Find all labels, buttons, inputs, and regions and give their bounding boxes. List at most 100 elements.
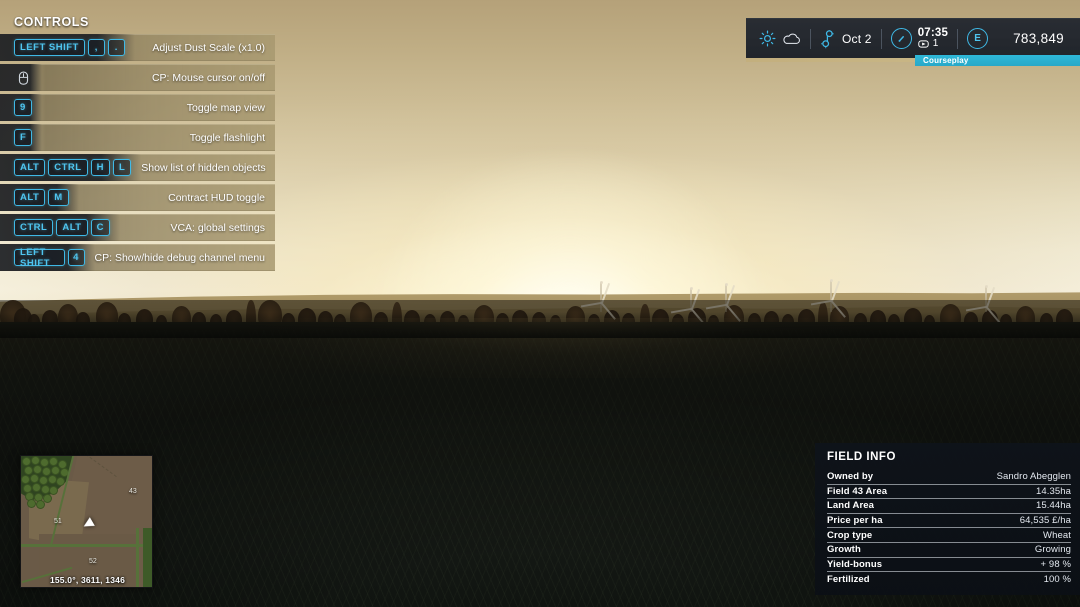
field-info-value: 14.35ha <box>1035 485 1071 497</box>
key-cap: CTRL <box>48 159 88 176</box>
key-cap: . <box>107 39 125 56</box>
field-info-value: Wheat <box>1043 529 1071 541</box>
minimap-tree <box>41 459 48 466</box>
sun-icon <box>759 30 776 47</box>
control-action-label: VCA: global settings <box>170 221 265 234</box>
money-amount: 783,849 <box>1013 31 1064 46</box>
minimap-tree <box>32 457 39 464</box>
field-info-row: Field 43 Area 14.35ha <box>827 485 1071 500</box>
control-row: 9 Toggle map view <box>0 94 275 121</box>
field-info-row: Growth Growing <box>827 543 1071 558</box>
season-date-group: Oct 2 <box>820 29 872 49</box>
control-action-label: Toggle flashlight <box>189 131 265 144</box>
field-info-value: 100 % <box>1043 573 1071 585</box>
hud-divider-1 <box>810 28 811 49</box>
status-hud-bar: Oct 2 07:35 1 E 783,849 <box>746 18 1080 58</box>
control-key-group: ALT CTRL H L <box>0 154 142 181</box>
control-key-group: LEFT SHIFT,. <box>0 34 135 61</box>
field-info-panel: FIELD INFO Owned by Sandro Abegglen Field … <box>815 443 1080 595</box>
field-info-key: Growth <box>827 544 861 556</box>
key-cap: ALT <box>14 189 46 206</box>
field-info-key: Price per ha <box>827 515 883 527</box>
timescale-row: 1 <box>917 39 948 49</box>
minimap-tree <box>50 487 57 494</box>
minimap-tree <box>22 476 29 483</box>
minimap-tree <box>26 493 33 500</box>
minimap-tree <box>24 485 31 492</box>
control-row: CP: Mouse cursor on/off <box>0 64 275 91</box>
minimap-tree <box>35 494 42 501</box>
controls-row-list: LEFT SHIFT,. Adjust Dust Scale (x1.0) CP: … <box>0 34 275 271</box>
field-info-value: Growing <box>1034 544 1071 556</box>
control-key-group: 9 <box>0 94 42 121</box>
control-key-group: LEFT SHIFT 4 <box>0 244 95 271</box>
key-cap: , <box>87 39 105 56</box>
field-info-key: Crop type <box>827 529 873 541</box>
key-cap: 4 <box>67 249 85 266</box>
minimap-tree <box>59 461 66 468</box>
cloud-icon <box>783 33 800 44</box>
control-key-group: CTRL ALT C <box>0 214 120 241</box>
field-info-value: Sandro Abegglen <box>996 471 1071 483</box>
key-cap: F <box>14 129 33 146</box>
minimap-tree <box>34 466 41 473</box>
field-info-value: 15.44ha <box>1035 500 1071 512</box>
field-info-row: Fertilized 100 % <box>827 572 1071 587</box>
courseplay-status-badge: Courseplay <box>915 55 1080 66</box>
key-cap: 9 <box>14 99 32 116</box>
field-info-row: Yield-bonus + 98 % <box>827 558 1071 573</box>
control-action-label: Toggle map view <box>186 101 265 114</box>
controls-panel-title: CONTROLS <box>14 15 89 29</box>
control-key-group <box>0 64 42 91</box>
field-info-value: + 98 % <box>1040 558 1071 570</box>
field-info-key: Field 43 Area <box>827 485 888 497</box>
field-info-row: Land Area 15.44ha <box>827 499 1071 514</box>
timescale-icon <box>917 40 929 48</box>
control-action-label: Contract HUD toggle <box>168 191 265 204</box>
field-info-key: Fertilized <box>827 573 870 585</box>
minimap-tree <box>50 458 57 465</box>
minimap-tree <box>33 484 40 491</box>
minimap-field-number: 51 <box>54 518 62 525</box>
control-row: ALT CTRL H L Show list of hidden objects <box>0 154 275 181</box>
control-action-label: CP: Show/hide debug channel menu <box>94 251 265 264</box>
field-info-row: Price per ha 64,535 £/ha <box>827 514 1071 529</box>
key-cap: M <box>48 189 69 206</box>
field-info-row-list: Owned by Sandro Abegglen Field 43 Area 14.3… <box>827 470 1071 587</box>
courseplay-label: Courseplay <box>923 56 969 65</box>
minimap-field-number: 52 <box>89 558 97 565</box>
minimap-tree <box>42 486 49 493</box>
control-row: CTRL ALT C VCA: global settings <box>0 214 275 241</box>
control-action-label: CP: Mouse cursor on/off <box>151 71 265 84</box>
control-action-label: Show list of hidden objects <box>141 161 266 174</box>
minimap-tree <box>52 467 59 474</box>
weather-group <box>746 30 801 47</box>
minimap-tree <box>31 475 38 482</box>
field-info-row: Owned by Sandro Abegglen <box>827 470 1071 485</box>
mouse-icon <box>14 69 32 86</box>
control-key-group: F <box>0 124 43 151</box>
time-readout: 07:35 1 <box>917 27 948 50</box>
minimap-road-horizontal <box>21 544 152 547</box>
minimap-tree <box>43 468 50 475</box>
money-currency-icon: E <box>967 28 989 49</box>
minimap-tree <box>44 495 51 502</box>
control-action-label: Adjust Dust Scale (x1.0) <box>152 41 265 54</box>
control-row: F Toggle flashlight <box>0 124 275 151</box>
minimap-tree <box>49 476 56 483</box>
key-cap: CTRL <box>14 219 54 236</box>
minimap-tree <box>23 458 30 465</box>
minimap[interactable]: 43 51 52 155.0°, 3611, 1346 <box>20 455 153 588</box>
minimap-coordinates: 155.0°, 3611, 1346 <box>49 575 126 585</box>
field-info-key: Yield-bonus <box>827 558 883 570</box>
minimap-tree <box>25 467 32 474</box>
hud-divider-3 <box>957 28 959 49</box>
minimap-tree <box>40 477 47 484</box>
controls-help-panel: CONTROLS LEFT SHIFT,. Adjust Dust Scale (… <box>0 15 275 274</box>
control-row: LEFT SHIFT,. Adjust Dust Scale (x1.0) <box>0 34 275 61</box>
control-row: ALT M Contract HUD toggle <box>0 184 275 211</box>
date-text: Oct 2 <box>842 31 872 46</box>
key-cap: ALT <box>56 219 88 236</box>
key-cap: ALT <box>14 159 46 176</box>
time-group: 07:35 1 <box>890 27 948 50</box>
